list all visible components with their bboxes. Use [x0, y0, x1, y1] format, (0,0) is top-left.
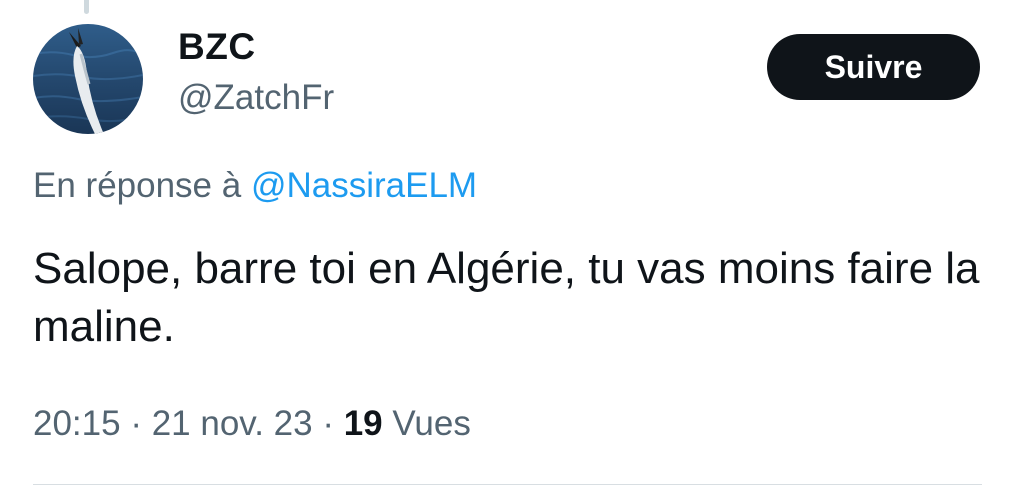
follow-button[interactable]: Suivre — [767, 34, 980, 100]
avatar-image — [33, 24, 143, 134]
reply-to-handle-link[interactable]: @NassiraELM — [251, 166, 477, 205]
separator-dot: · — [130, 404, 142, 443]
divider — [33, 484, 982, 485]
tweet-date[interactable]: 21 nov. 23 — [152, 404, 313, 443]
reply-prefix: En réponse à — [33, 166, 242, 205]
author-display-name[interactable]: BZC — [178, 24, 256, 70]
tweet-text: Salope, barre toi en Algérie, tu vas moi… — [33, 244, 980, 351]
views-count[interactable]: 19 — [344, 404, 383, 443]
avatar[interactable] — [33, 24, 143, 134]
tweet-metadata: 20:15 · 21 nov. 23 · 19 Vues — [33, 402, 471, 446]
author-handle[interactable]: @ZatchFr — [178, 76, 334, 120]
views-label[interactable]: Vues — [392, 404, 470, 443]
tweet-time[interactable]: 20:15 — [33, 404, 121, 443]
separator-dot: · — [322, 404, 334, 443]
reply-context: En réponse à @NassiraELM — [33, 164, 477, 208]
thread-connector-line — [84, 0, 89, 14]
